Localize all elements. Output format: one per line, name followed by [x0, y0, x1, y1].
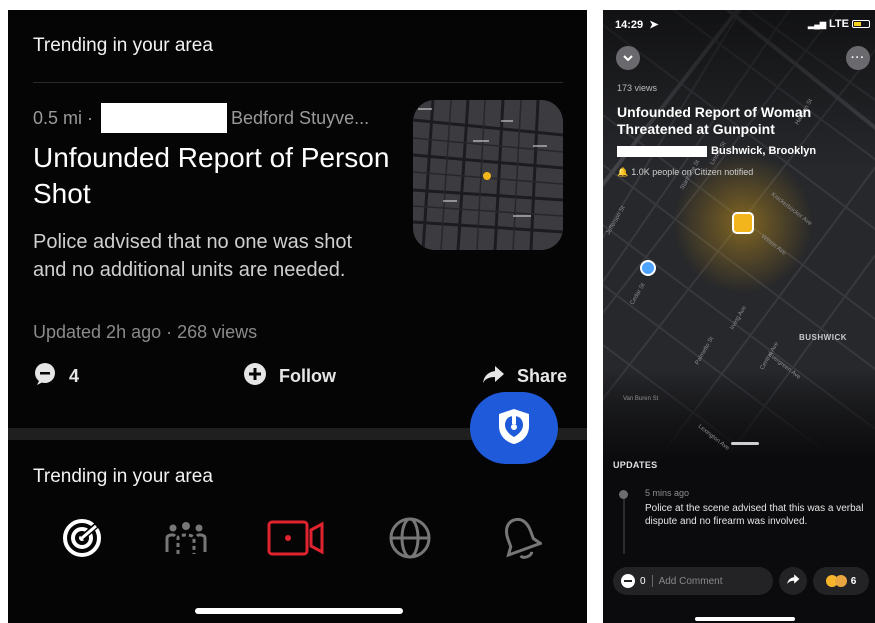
follow-button[interactable]: Follow — [243, 362, 336, 391]
video-record-icon — [266, 518, 326, 563]
divider — [651, 575, 653, 587]
distance-label: 0.5 mi · — [33, 107, 94, 128]
incident-actions: 4 Follow Share — [33, 362, 568, 392]
bell-icon: 🔔 — [617, 167, 629, 177]
radar-icon — [62, 518, 102, 563]
bell-icon — [498, 515, 544, 566]
follow-label: Follow — [279, 366, 336, 386]
section-title: Trending in your area — [33, 466, 213, 487]
network-label: LTE — [829, 18, 849, 30]
shield-icon — [494, 406, 534, 451]
svg-text:BUSHWICK: BUSHWICK — [799, 333, 847, 342]
reactions-button[interactable]: 6 — [813, 567, 869, 595]
updated-info: Updated 2h ago · 268 views — [33, 322, 258, 342]
sheet-handle[interactable] — [731, 442, 759, 445]
view-count: 173 views — [617, 83, 658, 93]
updates-heading: UPDATES — [613, 460, 658, 470]
battery-icon — [852, 20, 870, 28]
update-text: Police at the scene advised that this wa… — [645, 503, 864, 527]
share-button[interactable]: Share — [481, 362, 567, 391]
redacted-address — [617, 145, 707, 157]
collapse-button[interactable] — [616, 46, 640, 70]
notified-count: 🔔 1.0K people on Citizen notified — [617, 167, 754, 177]
incident-meta: 0.5 mi · Bedford Stuyve... — [33, 103, 369, 133]
trending-feed-panel: Trending in your area 0.5 mi · Bedford S… — [8, 10, 587, 623]
share-arrow-icon — [786, 572, 800, 590]
comment-bar[interactable]: 0 Add Comment — [613, 567, 773, 595]
more-options-button[interactable]: ··· — [846, 46, 870, 70]
signal-icon: ▂▄▆ — [808, 19, 827, 29]
svg-text:Van Buren St: Van Buren St — [623, 396, 659, 402]
timeline-dot — [619, 490, 628, 499]
incident-location: Bushwick, Brooklyn — [617, 145, 816, 157]
update-time: 5 mins ago — [645, 488, 690, 498]
comments-button[interactable]: 4 — [33, 362, 79, 391]
tab-notifications[interactable] — [490, 510, 550, 570]
comment-icon — [621, 574, 635, 588]
status-bar: 14:29 ➤ ▂▄▆ LTE — [615, 18, 870, 31]
incident-map[interactable]: Jefferson St Wilson Ave Knickerbocker Av… — [603, 10, 875, 551]
home-indicator — [695, 617, 795, 621]
comment-count: 0 — [640, 575, 646, 587]
add-comment-input[interactable]: Add Comment — [659, 576, 723, 587]
share-label: Share — [517, 366, 568, 386]
incident-title[interactable]: Unfounded Report of Person Shot — [33, 140, 393, 212]
my-location-icon — [640, 260, 656, 276]
incident-detail-panel: Jefferson St Wilson Ave Knickerbocker Av… — [603, 10, 875, 623]
location-label: Bushwick, Brooklyn — [711, 145, 817, 157]
comment-icon — [33, 362, 57, 391]
tab-radar[interactable] — [52, 510, 112, 570]
globe-icon — [388, 516, 432, 565]
divider — [33, 82, 563, 83]
safety-shield-button[interactable] — [470, 392, 558, 464]
share-arrow-icon — [481, 362, 505, 391]
home-indicator — [195, 608, 403, 614]
location-arrow-icon: ➤ — [649, 19, 659, 31]
people-icon — [164, 518, 208, 563]
more-dots-icon: ··· — [851, 52, 865, 64]
incident-map-thumbnail[interactable] — [413, 100, 563, 250]
tab-people[interactable] — [156, 510, 216, 570]
incident-description: Police advised that no one was shot and … — [33, 231, 353, 281]
section-title: Trending in your area — [33, 35, 213, 56]
incident-pin-icon — [483, 172, 491, 180]
redacted-address — [101, 103, 228, 133]
emoji-reactions-icon — [825, 575, 847, 587]
incident-title: Unfounded Report of Woman Threatened at … — [617, 104, 812, 137]
tab-globe[interactable] — [380, 510, 440, 570]
reaction-count: 6 — [850, 575, 857, 587]
tab-record[interactable] — [266, 510, 326, 570]
comment-count: 4 — [69, 366, 80, 386]
plus-circle-icon — [243, 362, 267, 391]
neighborhood-label: Bedford Stuyve... — [231, 107, 370, 128]
incident-pin-icon[interactable] — [732, 212, 754, 234]
share-button[interactable] — [779, 567, 807, 595]
status-time: 14:29 — [615, 19, 644, 31]
bottom-tab-bar — [8, 510, 587, 570]
chevron-down-icon — [623, 52, 633, 64]
timeline-line — [623, 494, 625, 554]
